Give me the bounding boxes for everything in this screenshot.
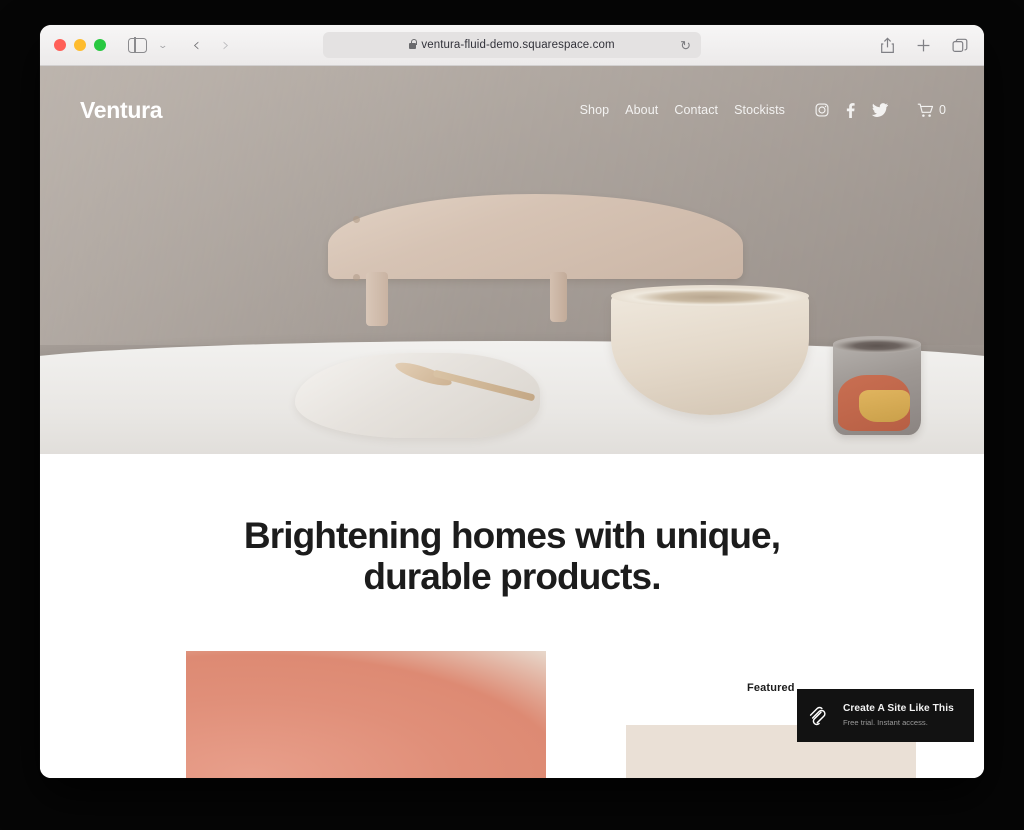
back-button[interactable]: ‹	[193, 35, 201, 55]
toolbar-right-controls	[880, 36, 968, 54]
tab-overview-icon[interactable]	[952, 38, 968, 53]
twitter-icon[interactable]	[872, 103, 889, 117]
site-navigation: Shop About Contact Stockists 0	[580, 102, 946, 118]
address-bar-content: ventura-fluid-demo.squarespace.com	[409, 39, 615, 51]
page-headline: Brightening homes with unique, durable p…	[40, 454, 984, 597]
glazed-cup	[832, 341, 921, 435]
new-tab-icon[interactable]	[916, 38, 931, 53]
web-page: Ventura Shop About Contact Stockists 0 B…	[40, 66, 984, 778]
url-text: ventura-fluid-demo.squarespace.com	[421, 39, 615, 51]
chevron-down-icon[interactable]: ⌄	[157, 40, 168, 50]
instagram-icon[interactable]	[815, 103, 829, 117]
facebook-icon[interactable]	[846, 102, 855, 118]
address-bar[interactable]: ventura-fluid-demo.squarespace.com ↻	[323, 32, 701, 58]
featured-label: Featured	[747, 682, 795, 694]
glazed-cup-rim	[832, 336, 921, 353]
close-window-button[interactable]	[54, 39, 66, 51]
ceramic-bowl-rim	[611, 284, 810, 307]
product-image[interactable]	[186, 651, 546, 778]
forward-button[interactable]: ›	[222, 35, 230, 55]
promo-text-group: Create A Site Like This Free trial. Inst…	[843, 703, 954, 727]
social-links	[815, 102, 889, 118]
sidebar-toggle-icon[interactable]	[128, 36, 147, 54]
promo-title: Create A Site Like This	[843, 703, 954, 715]
chair-leg-left	[365, 271, 389, 326]
share-icon[interactable]	[880, 36, 895, 54]
toolbar-left-controls: ⌄ ‹ ›	[106, 35, 230, 55]
nav-link-contact[interactable]: Contact	[674, 103, 718, 117]
nav-link-stockists[interactable]: Stockists	[734, 103, 785, 117]
maximize-window-button[interactable]	[94, 39, 106, 51]
desktop-background: ⌄ ‹ › ventura-fluid-demo.squarespace.com…	[0, 0, 1024, 830]
nav-link-about[interactable]: About	[625, 103, 658, 117]
promo-subtitle: Free trial. Instant access.	[843, 718, 928, 728]
cart-count: 0	[939, 103, 946, 117]
squarespace-logo-icon	[809, 706, 826, 725]
site-logo[interactable]: Ventura	[80, 97, 163, 124]
cart[interactable]: 0	[917, 103, 946, 118]
cart-icon[interactable]	[917, 103, 935, 118]
hero-section: Ventura Shop About Contact Stockists 0	[40, 66, 984, 454]
browser-toolbar: ⌄ ‹ › ventura-fluid-demo.squarespace.com…	[40, 25, 984, 66]
nav-link-shop[interactable]: Shop	[580, 103, 610, 117]
chair-leg-right	[549, 271, 567, 323]
reload-icon[interactable]: ↻	[680, 39, 691, 52]
cup-gold-glaze	[859, 389, 911, 422]
window-controls	[54, 39, 106, 51]
headline-line-1: Brightening homes with unique,	[243, 515, 781, 556]
squarespace-promo-banner[interactable]: Create A Site Like This Free trial. Inst…	[797, 689, 974, 742]
lock-icon	[409, 39, 417, 49]
browser-window: ⌄ ‹ › ventura-fluid-demo.squarespace.com…	[40, 25, 984, 778]
headline-line-2: durable products.	[363, 555, 661, 597]
minimize-window-button[interactable]	[74, 39, 86, 51]
site-header: Ventura Shop About Contact Stockists 0	[40, 66, 984, 154]
